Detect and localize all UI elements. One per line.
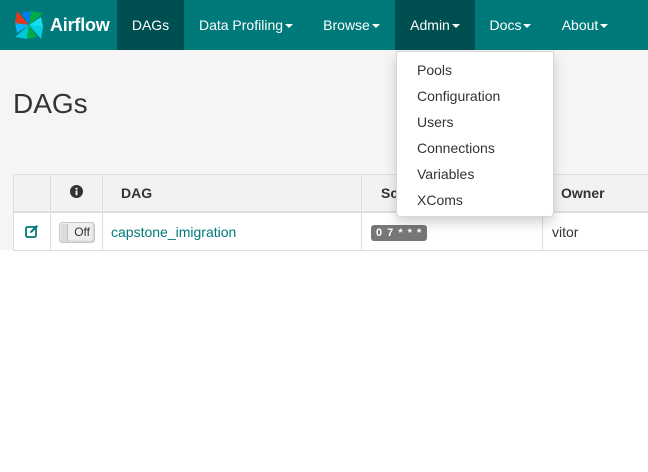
nav-docs[interactable]: Docs — [475, 0, 546, 50]
menu-item-xcoms[interactable]: XComs — [397, 187, 553, 213]
admin-dropdown-menu: Pools Configuration Users Connections Va… — [396, 51, 554, 217]
toggle-knob — [61, 224, 68, 241]
edit-icon[interactable] — [25, 224, 39, 238]
menu-item-users[interactable]: Users — [397, 109, 553, 135]
owner-cell: vitor — [552, 224, 579, 240]
brand-name: Airflow — [50, 14, 110, 35]
nav-data-profiling[interactable]: Data Profiling — [184, 0, 308, 50]
table-row: Off capstone_imigration 0 7 * * * vitor — [14, 213, 648, 251]
caret-down-icon — [600, 24, 609, 29]
nav-browse[interactable]: Browse — [308, 0, 395, 50]
menu-item-variables[interactable]: Variables — [397, 161, 553, 187]
caret-down-icon — [523, 24, 532, 29]
dag-pause-toggle[interactable]: Off — [59, 222, 95, 243]
nav-admin[interactable]: Admin — [395, 0, 475, 50]
header-dag[interactable]: DAG — [103, 175, 362, 211]
caret-down-icon — [371, 24, 380, 29]
nav-browse-label: Browse — [323, 17, 370, 33]
nav-dags[interactable]: DAGs — [117, 0, 184, 50]
top-navbar: Airflow DAGs Data Profiling Browse Admin… — [0, 0, 648, 50]
edit-cell — [14, 213, 51, 251]
menu-item-configuration[interactable]: Configuration — [397, 83, 553, 109]
toggle-label: Off — [74, 225, 90, 239]
dag-link[interactable]: capstone_imigration — [111, 224, 236, 240]
menu-item-connections[interactable]: Connections — [397, 135, 553, 161]
nav-about-label: About — [561, 17, 599, 33]
nav-admin-label: Admin — [410, 17, 450, 33]
menu-item-pools[interactable]: Pools — [397, 57, 553, 83]
dag-id-cell: capstone_imigration — [103, 213, 362, 251]
nav-data-profiling-label: Data Profiling — [198, 17, 284, 33]
nav-about[interactable]: About — [546, 0, 624, 50]
header-owner[interactable]: Owner — [543, 175, 648, 211]
pinwheel-logo-icon — [15, 11, 43, 39]
schedule-badge: 0 7 * * * — [371, 225, 428, 241]
nav-docs-label: Docs — [489, 17, 522, 33]
info-circle-icon[interactable] — [70, 185, 83, 198]
header-info-column — [51, 175, 103, 211]
caret-down-icon — [285, 24, 294, 29]
caret-down-icon — [451, 24, 460, 29]
header-edit-column — [14, 175, 51, 211]
page-title: DAGs — [13, 88, 88, 119]
brand-link[interactable]: Airflow — [12, 8, 110, 42]
